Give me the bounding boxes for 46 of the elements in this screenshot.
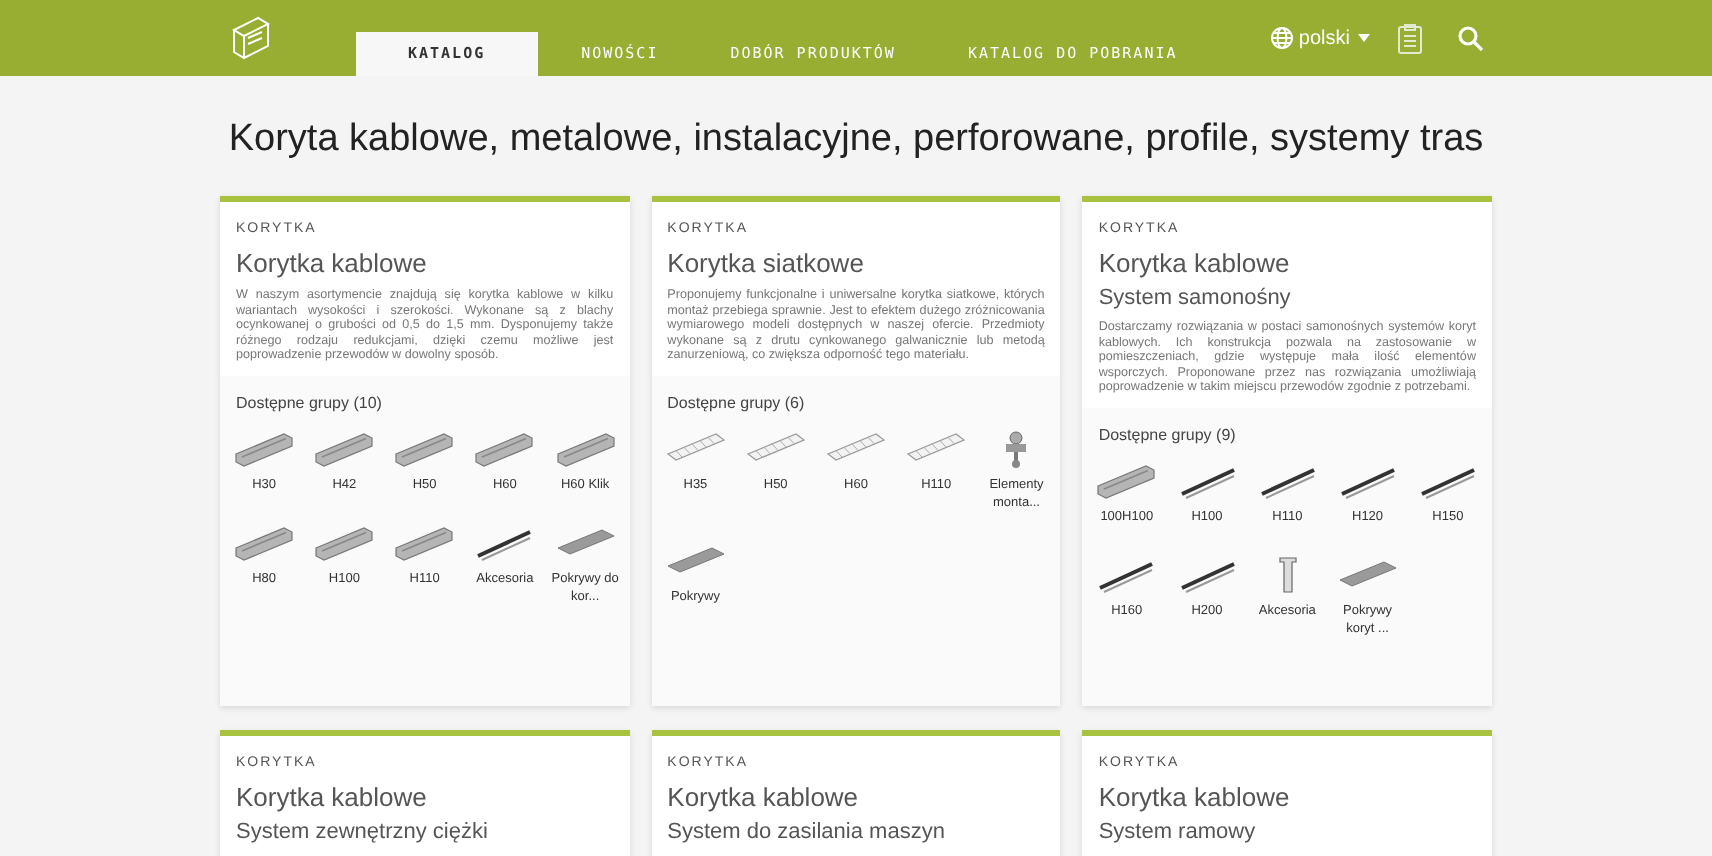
- card-subtitle: System do zasilania maszyn: [667, 820, 947, 846]
- card-title: Korytka kablowe: [1098, 248, 1292, 280]
- product-image-drawing: [1339, 561, 1397, 587]
- product-image-drawing: [1180, 468, 1235, 499]
- product-image-drawing: [315, 527, 373, 561]
- card-title: Korytka kablowe: [236, 782, 429, 814]
- caret-icon: [1358, 34, 1370, 42]
- product-image-drawing: [478, 530, 532, 561]
- product-image-drawing: [1099, 562, 1154, 593]
- product-image-drawing: [746, 433, 805, 461]
- product-image-drawing: [476, 433, 534, 467]
- clipboard-icon[interactable]: [1398, 23, 1422, 53]
- card-title: Korytka kablowe: [667, 782, 861, 814]
- product-image-drawing: [315, 433, 373, 467]
- product-image-drawing: [556, 529, 614, 555]
- card-subtitle: System ramowy: [1098, 820, 1258, 846]
- product-image-drawing: [826, 433, 886, 461]
- product-image-drawing: [235, 527, 293, 561]
- product-image-drawing: [1278, 557, 1296, 593]
- product-image-drawing: [907, 433, 966, 461]
- groups-label: Dostępne grupy (9): [1098, 423, 1238, 448]
- groups-label: Dostępne grupy (6): [667, 391, 807, 416]
- product-image-drawing: [396, 433, 454, 467]
- product-image-drawing: [666, 547, 724, 573]
- category-card[interactable]: [220, 196, 630, 706]
- product-image-drawing: [235, 433, 293, 467]
- product-image-drawing: [556, 433, 614, 467]
- product-image-drawing: [1421, 468, 1475, 499]
- category-card[interactable]: [651, 196, 1061, 706]
- product-image-drawing: [1260, 468, 1315, 499]
- card-subtitle: System samonośny: [1098, 286, 1293, 312]
- product-image-drawing: [666, 433, 725, 461]
- card-title: Korytka kablowe: [1098, 782, 1292, 814]
- product-image-drawing: [1340, 468, 1395, 499]
- groups-label: Dostępne grupy (10): [236, 391, 384, 416]
- product-image-drawing: [1006, 431, 1027, 468]
- category-card[interactable]: [1082, 196, 1492, 706]
- card-subtitle: System zewnętrzny ciężki: [236, 820, 490, 846]
- card-title: Korytka kablowe: [236, 248, 429, 280]
- card-title: Korytka siatkowe: [667, 248, 866, 280]
- product-image-drawing: [1180, 562, 1235, 593]
- globe-icon: [1270, 26, 1295, 50]
- product-image-drawing: [396, 527, 454, 561]
- page-heading: Koryta kablowe, metalowe, instalacyjne, perforowane, profile, systemy tras: [226, 116, 1486, 164]
- product-image-drawing: [1098, 465, 1156, 499]
- search-icon[interactable]: [1458, 25, 1484, 51]
